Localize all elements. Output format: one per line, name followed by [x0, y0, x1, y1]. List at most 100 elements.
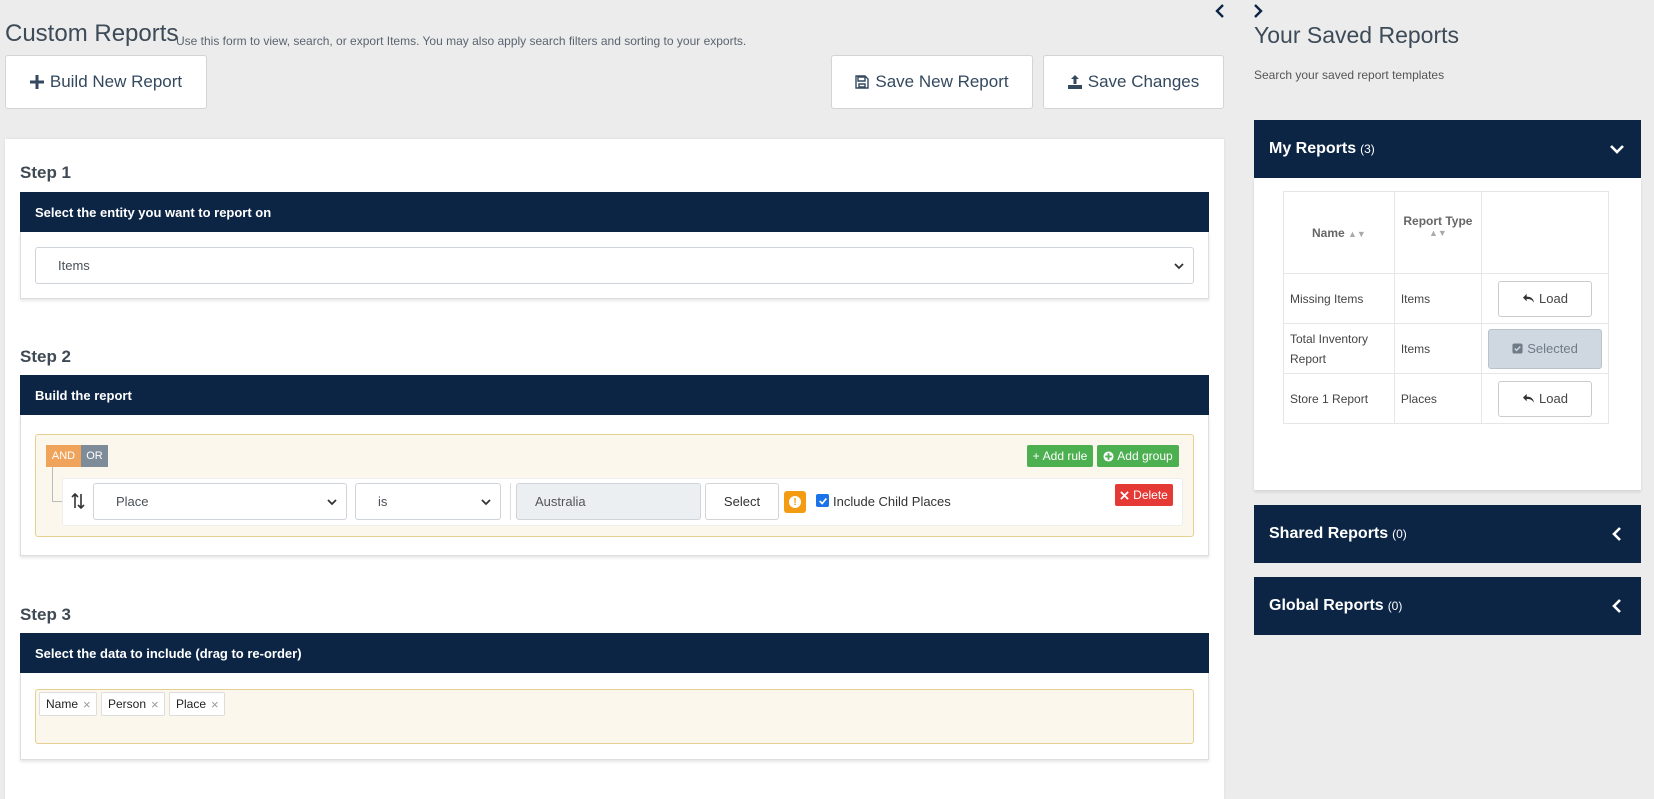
- rule-operator-select[interactable]: is: [355, 483, 501, 520]
- save-new-report-button[interactable]: Save New Report: [831, 55, 1033, 109]
- select-place-label: Select: [723, 494, 761, 509]
- plus-circle-icon: [1103, 450, 1114, 462]
- load-button[interactable]: Load: [1498, 280, 1592, 317]
- my-reports-header[interactable]: My Reports (3): [1254, 120, 1641, 178]
- step2-bar-label: Build the report: [35, 387, 132, 403]
- report-type: Places: [1393, 373, 1483, 424]
- name-column-header[interactable]: Name ▲▼: [1283, 191, 1395, 274]
- action-cell: Load: [1481, 373, 1609, 424]
- checkbox-checked-icon: [1512, 343, 1523, 354]
- report-type-column-label: Report Type: [1403, 214, 1473, 228]
- load-label: Load: [1539, 291, 1568, 306]
- report-type: Items: [1393, 323, 1483, 374]
- chevron-left-icon: [1612, 527, 1621, 541]
- delete-rule-button[interactable]: Delete: [1115, 484, 1173, 506]
- selected-label: Selected: [1527, 341, 1578, 356]
- or-toggle[interactable]: OR: [81, 445, 108, 467]
- delete-label: Delete: [1133, 488, 1168, 502]
- step3-header-bar: Select the data to include (drag to re-o…: [20, 633, 1209, 673]
- action-cell: Selected: [1481, 323, 1609, 374]
- save-new-report-label: Save New Report: [875, 72, 1009, 91]
- column-chip[interactable]: Place ×: [169, 692, 225, 716]
- global-reports-count: (0): [1387, 599, 1403, 613]
- my-reports-body: Name ▲▼ Report Type ▲▼ Missing Items Ite…: [1254, 178, 1641, 490]
- table-row: Store 1 Report Places Load: [1283, 373, 1609, 424]
- reply-arrow-icon: [1523, 293, 1535, 303]
- build-new-report-button[interactable]: Build New Report: [5, 55, 207, 109]
- select-place-button[interactable]: Select: [705, 483, 779, 520]
- my-reports-label: My Reports: [1269, 140, 1357, 157]
- remove-icon[interactable]: ×: [83, 697, 91, 712]
- close-icon: [1120, 490, 1129, 500]
- rule-operator-value: is: [378, 494, 388, 509]
- remove-icon[interactable]: ×: [211, 697, 219, 712]
- load-button[interactable]: Load: [1498, 380, 1592, 417]
- and-toggle[interactable]: AND: [46, 445, 81, 467]
- entity-select[interactable]: Items: [35, 247, 1194, 284]
- table-row: Total Inventory Report Items Selected: [1283, 323, 1609, 374]
- chevron-down-icon: [327, 498, 337, 505]
- info-warning-icon[interactable]: !: [784, 491, 806, 513]
- column-chip-label: Place: [176, 697, 207, 711]
- step2-header-bar: Build the report: [20, 375, 1209, 415]
- my-reports-table: Name ▲▼ Report Type ▲▼ Missing Items Ite…: [1283, 191, 1609, 424]
- chevron-right-icon[interactable]: [1252, 3, 1264, 19]
- my-reports-count: (3): [1360, 142, 1375, 156]
- sort-drag-icon[interactable]: [71, 493, 85, 509]
- chevron-down-icon: [481, 498, 491, 505]
- include-child-label: Include Child Places: [833, 494, 951, 509]
- checkmark-icon: [818, 497, 827, 505]
- column-chip-label: Person: [108, 697, 147, 711]
- actions-column-header: [1481, 191, 1609, 274]
- report-name: Store 1 Report: [1283, 373, 1395, 424]
- chevron-left-icon: [1612, 599, 1621, 613]
- step1-header-bar: Select the entity you want to report on: [20, 192, 1209, 232]
- chevron-down-icon: [1174, 262, 1184, 269]
- step1-title: Step 1: [20, 163, 72, 182]
- shared-reports-label: Shared Reports: [1269, 525, 1389, 542]
- rule-field-select[interactable]: Place: [93, 483, 347, 520]
- shared-reports-count: (0): [1392, 527, 1407, 541]
- add-rule-button[interactable]: + Add rule: [1027, 445, 1093, 467]
- add-group-button[interactable]: Add group: [1097, 445, 1179, 467]
- column-chip[interactable]: Name ×: [39, 692, 97, 716]
- step1-bar-label: Select the entity you want to report on: [35, 204, 272, 220]
- page-title: Custom Reports: [5, 20, 179, 47]
- load-label: Load: [1539, 391, 1568, 406]
- sort-icon: ▲▼: [1348, 228, 1366, 239]
- upload-icon: [1067, 75, 1082, 89]
- save-changes-button[interactable]: Save Changes: [1043, 55, 1224, 109]
- remove-icon[interactable]: ×: [151, 697, 159, 712]
- saved-reports-title: Your Saved Reports: [1254, 22, 1460, 48]
- step3-title: Step 3: [20, 605, 72, 624]
- report-name: Missing Items: [1283, 273, 1395, 324]
- include-child-checkbox[interactable]: [816, 494, 829, 507]
- name-column-label: Name: [1311, 225, 1345, 240]
- divider: [510, 483, 511, 520]
- table-row: Missing Items Items Load: [1283, 273, 1609, 324]
- reply-arrow-icon: [1523, 393, 1535, 403]
- step3-bar-label: Select the data to include (drag to re-o…: [35, 645, 302, 661]
- report-type-column-header[interactable]: Report Type ▲▼: [1393, 191, 1483, 274]
- plus-icon: +: [1032, 449, 1040, 463]
- build-new-report-label: Build New Report: [49, 72, 183, 91]
- global-reports-header[interactable]: Global Reports (0): [1254, 577, 1641, 635]
- chevron-left-icon[interactable]: [1214, 3, 1226, 19]
- saved-reports-subtitle: Search your saved report templates: [1254, 68, 1445, 82]
- action-cell: Load: [1481, 273, 1609, 324]
- report-name: Total Inventory Report: [1283, 323, 1395, 374]
- rule-value-input[interactable]: Australia: [516, 483, 701, 520]
- column-chip-label: Name: [46, 697, 79, 711]
- page-subtitle: Use this form to view, search, or export…: [176, 34, 747, 48]
- rule-field-value: Place: [116, 494, 149, 509]
- add-group-label: Add group: [1117, 449, 1173, 463]
- shared-reports-header[interactable]: Shared Reports (0): [1254, 505, 1641, 563]
- selected-button[interactable]: Selected: [1488, 328, 1602, 369]
- column-chip[interactable]: Person ×: [101, 692, 165, 716]
- save-changes-label: Save Changes: [1087, 72, 1200, 91]
- plus-icon: [29, 75, 44, 89]
- entity-select-value: Items: [58, 258, 90, 273]
- floppy-disk-icon: [855, 75, 870, 89]
- sort-icon: ▲▼: [1429, 228, 1447, 238]
- exclamation-icon: !: [789, 496, 801, 508]
